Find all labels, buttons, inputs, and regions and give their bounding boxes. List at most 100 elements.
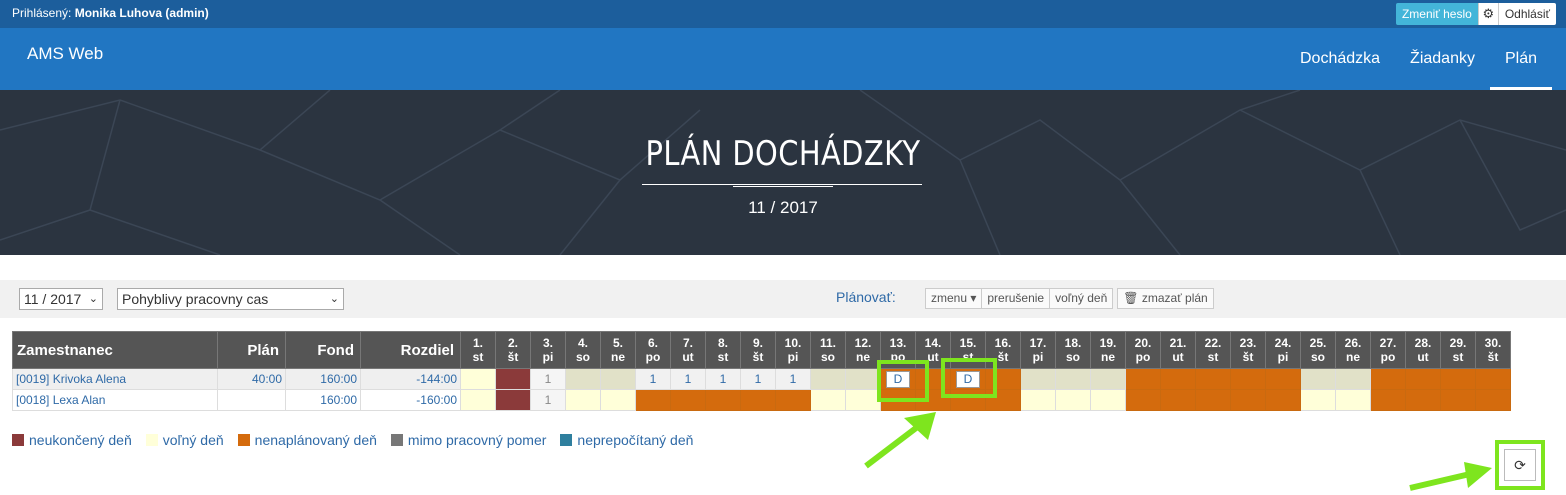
header-day-20: 20. po — [1125, 331, 1161, 369]
day-cell-4[interactable] — [565, 368, 601, 390]
day-cell-7[interactable] — [670, 389, 706, 411]
day-cell-18[interactable] — [1055, 389, 1091, 411]
day-cell-3[interactable]: 1 — [530, 389, 566, 411]
refresh-button[interactable]: ⟳ — [1504, 449, 1536, 481]
day-number: 21. — [1169, 336, 1187, 350]
brand-logo[interactable]: AMS Web — [27, 44, 103, 64]
shift-button[interactable]: zmenu ▾ — [925, 288, 983, 309]
day-cell-23[interactable] — [1230, 389, 1266, 411]
free-day-button[interactable]: voľný deň — [1049, 288, 1114, 309]
day-cell-28[interactable] — [1405, 389, 1441, 411]
month-select[interactable]: 11 / 2017 ⌄ — [19, 288, 103, 310]
nav-dochadzka[interactable]: Dochádzka — [1285, 28, 1395, 90]
day-cell-9[interactable]: 1 — [740, 368, 776, 390]
day-cell-8[interactable]: 1 — [705, 368, 741, 390]
legend-item: mimo pracovný pomer — [390, 432, 547, 448]
day-cell-26[interactable] — [1335, 368, 1371, 390]
day-cell-9[interactable] — [740, 389, 776, 411]
plan-buttons: zmenu ▾ prerušenie voľný deň 🗑 zmazať pl… — [925, 288, 1214, 309]
day-cell-23[interactable] — [1230, 368, 1266, 390]
day-cell-29[interactable] — [1440, 389, 1476, 411]
day-cell-2[interactable] — [495, 389, 531, 411]
day-number: 1. — [472, 336, 483, 350]
schedule-select[interactable]: Pohyblivy pracovny cas ⌄ — [117, 288, 344, 310]
day-number: 2. — [507, 336, 518, 350]
header-day-24: 24. pi — [1265, 331, 1301, 369]
day-number: 4. — [577, 336, 588, 350]
day-cell-6[interactable] — [635, 389, 671, 411]
day-cell-5[interactable] — [600, 368, 636, 390]
day-cell-21[interactable] — [1160, 389, 1196, 411]
user-bar: Prihlásený: Monika Luhova (admin) Zmeniť… — [0, 0, 1566, 28]
day-cell-20[interactable] — [1125, 368, 1161, 390]
nav-ziadanky[interactable]: Žiadanky — [1395, 28, 1490, 90]
day-cell-30[interactable] — [1475, 368, 1511, 390]
header-day-4: 4. so — [565, 331, 601, 369]
day-weekday: ut — [1172, 350, 1184, 364]
change-password-button[interactable]: Zmeniť heslo — [1395, 3, 1478, 25]
header-day-12: 12. ne — [845, 331, 881, 369]
legend-item: neprepočítaný deň — [560, 432, 693, 448]
day-cell-25[interactable] — [1300, 368, 1336, 390]
day-cell-27[interactable] — [1370, 389, 1406, 411]
day-number: 22. — [1204, 336, 1222, 350]
header-day-18: 18. so — [1055, 331, 1091, 369]
day-cell-3[interactable]: 1 — [530, 368, 566, 390]
day-cell-6[interactable]: 1 — [635, 368, 671, 390]
header-day-29: 29. st — [1440, 331, 1476, 369]
legend-label: neprepočítaný deň — [577, 432, 694, 448]
gear-icon[interactable]: ⚙ — [1477, 3, 1498, 25]
day-cell-7[interactable]: 1 — [670, 368, 706, 390]
day-cell-17[interactable] — [1020, 368, 1056, 390]
attendance-plan-table: Zamestnanec Plán Fond Rozdiel 1. st 2. št 3.… — [12, 331, 1511, 411]
day-cell-2[interactable] — [495, 368, 531, 390]
logged-username: Monika Luhova (admin) — [74, 6, 209, 20]
day-cell-26[interactable] — [1335, 389, 1371, 411]
day-cell-24[interactable] — [1265, 389, 1301, 411]
logout-button[interactable]: Odhlásiť — [1497, 3, 1556, 25]
plan-value — [217, 389, 286, 411]
legend-swatch — [237, 434, 250, 446]
day-cell-27[interactable] — [1370, 368, 1406, 390]
day-cell-10[interactable] — [775, 389, 811, 411]
delete-plan-button[interactable]: 🗑 zmazať plán — [1117, 288, 1214, 309]
day-cell-21[interactable] — [1160, 368, 1196, 390]
day-number: 30. — [1484, 336, 1502, 350]
day-cell-29[interactable] — [1440, 368, 1476, 390]
day-number: 6. — [647, 336, 658, 350]
header-day-21: 21. ut — [1160, 331, 1196, 369]
day-cell-12[interactable] — [845, 389, 881, 411]
day-cell-17[interactable] — [1020, 389, 1056, 411]
day-cell-4[interactable] — [565, 389, 601, 411]
day-cell-8[interactable] — [705, 389, 741, 411]
employee-name[interactable]: [0018] Lexa Alan — [12, 389, 218, 411]
day-cell-19[interactable] — [1090, 389, 1126, 411]
day-weekday: po — [645, 350, 661, 364]
day-cell-1[interactable] — [460, 368, 496, 390]
day-cell-28[interactable] — [1405, 368, 1441, 390]
highlight-box-day-15 — [941, 358, 997, 398]
day-cell-1[interactable] — [460, 389, 496, 411]
day-cell-10[interactable]: 1 — [775, 368, 811, 390]
day-cell-22[interactable] — [1195, 389, 1231, 411]
day-cell-24[interactable] — [1265, 368, 1301, 390]
nav-plan[interactable]: Plán — [1489, 28, 1553, 90]
page-subtitle: 11 / 2017 — [748, 198, 818, 217]
day-cell-12[interactable] — [845, 368, 881, 390]
day-cell-20[interactable] — [1125, 389, 1161, 411]
break-button[interactable]: prerušenie — [981, 288, 1051, 309]
day-cell-22[interactable] — [1195, 368, 1231, 390]
day-number: 15. — [959, 336, 977, 350]
day-cell-19[interactable] — [1090, 368, 1126, 390]
day-cell-5[interactable] — [600, 389, 636, 411]
employee-name[interactable]: [0019] Krivoka Alena — [12, 368, 218, 390]
day-cell-11[interactable] — [810, 368, 846, 390]
day-cell-25[interactable] — [1300, 389, 1336, 411]
logged-user: Prihlásený: Monika Luhova (admin) — [12, 6, 209, 20]
day-cell-18[interactable] — [1055, 368, 1091, 390]
plan-label: Plánovať: — [836, 289, 896, 305]
main-nav: Dochádzka Žiadanky Plán — [1285, 28, 1566, 90]
day-cell-11[interactable] — [810, 389, 846, 411]
legend-label: mimo pracovný pomer — [407, 432, 547, 448]
day-cell-30[interactable] — [1475, 389, 1511, 411]
